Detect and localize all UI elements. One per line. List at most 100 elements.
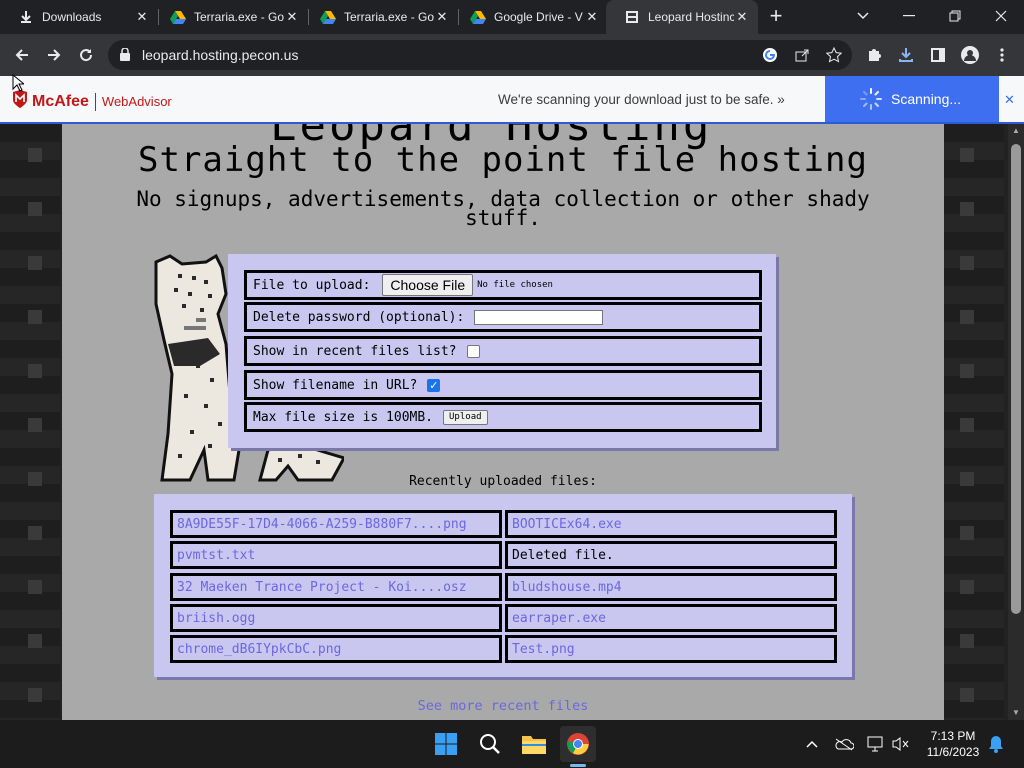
recent-file-item[interactable]: 32 Maeken Trance Project - Koi....osz [170, 573, 502, 601]
tab-title: Google Drive - V [494, 10, 583, 24]
recent-file-link[interactable]: 32 Maeken Trance Project - Koi....osz [177, 580, 467, 595]
search-icon[interactable] [472, 726, 508, 762]
recent-file-item: Deleted file. [505, 541, 837, 569]
onedrive-icon[interactable] [834, 734, 854, 754]
recent-file-item[interactable]: 8A9DE55F-17D4-4066-A259-B880F7....png [170, 510, 502, 538]
no-file-chosen-text: No file chosen [477, 280, 553, 290]
recent-file-item[interactable]: briish.ogg [170, 604, 502, 632]
share-icon[interactable] [790, 43, 814, 67]
close-icon[interactable]: ✕ [1004, 92, 1015, 108]
web-page: Leopard Hosting Straight to the point fi… [0, 124, 1008, 720]
recent-list-row: Show in recent files list? [244, 336, 762, 366]
minimize-icon[interactable] [886, 0, 932, 32]
show-filename-checkbox[interactable]: ✓ [427, 378, 441, 392]
mcafee-message-link[interactable]: We're scanning your download just to be … [498, 92, 785, 107]
network-icon[interactable] [866, 734, 886, 754]
recent-file-link[interactable]: 8A9DE55F-17D4-4066-A259-B880F7....png [177, 517, 467, 532]
extensions-icon[interactable] [862, 43, 886, 67]
google-lens-icon[interactable] [758, 43, 782, 67]
recent-file-link[interactable]: chrome_dB6IYpkCbC.png [177, 642, 341, 657]
system-clock[interactable]: 7:13 PM 11/6/2023 [922, 728, 984, 760]
password-row: Delete password (optional): [244, 302, 762, 332]
choose-file-button[interactable]: Choose File [382, 274, 474, 296]
menu-icon[interactable] [990, 43, 1014, 67]
close-tab-icon[interactable]: ✕ [434, 9, 450, 25]
bookmark-star-icon[interactable] [822, 43, 846, 67]
profile-icon[interactable] [958, 43, 982, 67]
close-window-icon[interactable] [978, 0, 1024, 32]
tab-terraria-1[interactable]: Terraria.exe - Go ✕ [152, 0, 308, 34]
recent-file-item[interactable]: pvmtst.txt [170, 541, 502, 569]
recent-list-label: Show in recent files list? [253, 343, 457, 359]
close-tab-icon[interactable]: ✕ [134, 9, 150, 25]
scroll-up-arrow-icon[interactable]: ▲ [1008, 124, 1024, 138]
tab-downloads[interactable]: Downloads ✕ [0, 0, 158, 34]
back-icon[interactable] [10, 43, 34, 67]
recent-file-link[interactable]: briish.ogg [177, 611, 255, 626]
recent-file-item[interactable]: Test.png [505, 635, 837, 663]
upload-button[interactable]: Upload [443, 409, 488, 425]
address-bar[interactable]: leopard.hosting.pecon.us [108, 40, 852, 70]
clock-time: 7:13 PM [930, 729, 976, 743]
recent-file-item[interactable]: earraper.exe [505, 604, 837, 632]
tab-title: Downloads [42, 10, 102, 24]
close-tab-icon[interactable]: ✕ [734, 9, 750, 25]
filename-url-row: Show filename in URL? ✓ [244, 370, 762, 400]
forward-icon[interactable] [42, 43, 66, 67]
tab-search-icon[interactable] [840, 0, 886, 32]
reload-icon[interactable] [74, 43, 98, 67]
password-label: Delete password (optional): [253, 309, 465, 325]
side-panel-icon[interactable] [926, 43, 950, 67]
notification-bell-icon[interactable] [986, 734, 1006, 754]
recent-file-link[interactable]: BOOTICEx64.exe [512, 517, 622, 532]
google-drive-icon [170, 9, 186, 25]
windows-start-icon[interactable] [428, 726, 464, 762]
tab-google-drive[interactable]: Google Drive - V ✕ [452, 0, 608, 34]
close-tab-icon[interactable]: ✕ [284, 9, 300, 25]
mcafee-product: WebAdvisor [101, 94, 172, 109]
recent-file-item[interactable]: BOOTICEx64.exe [505, 510, 837, 538]
recent-file-link[interactable]: Test.png [512, 642, 575, 657]
show-in-recent-checkbox[interactable] [466, 344, 480, 358]
delete-password-input[interactable] [474, 309, 604, 325]
max-size-row: Max file size is 100MB. Upload [244, 402, 762, 432]
chrome-icon[interactable] [560, 726, 596, 762]
tab-strip: Downloads ✕ Terraria.exe - Go ✕ Terraria… [0, 0, 1024, 34]
download-icon [18, 9, 34, 25]
see-more-recent-link[interactable]: See more recent files [62, 698, 944, 714]
mcafee-brand: McAfee [32, 92, 89, 110]
recent-files-heading: Recently uploaded files: [409, 474, 597, 489]
url-text: leopard.hosting.pecon.us [142, 47, 299, 63]
max-size-text: Max file size is 100MB. [253, 409, 434, 425]
left-pattern-border [0, 124, 60, 720]
file-upload-row: File to upload: Choose File No file chos… [244, 270, 762, 300]
right-pattern-border [944, 124, 1004, 720]
windows-taskbar: 7:13 PM 11/6/2023 [0, 720, 1024, 768]
download-icon[interactable] [894, 43, 918, 67]
active-app-indicator [570, 764, 586, 767]
lock-icon[interactable] [120, 47, 130, 66]
recent-file-link[interactable]: pvmtst.txt [177, 548, 255, 563]
recent-file-item[interactable]: bludshouse.mp4 [505, 573, 837, 601]
recent-file-item[interactable]: chrome_dB6IYpkCbC.png [170, 635, 502, 663]
restore-icon[interactable] [932, 0, 978, 32]
browser-toolbar: leopard.hosting.pecon.us [0, 34, 1024, 76]
tab-leopard-hosting[interactable]: Leopard Hostinc ✕ [606, 0, 758, 34]
new-tab-icon[interactable]: + [764, 5, 788, 29]
mouse-cursor-icon [12, 73, 26, 97]
deleted-file-text: Deleted file. [512, 547, 614, 563]
recent-file-link[interactable]: earraper.exe [512, 611, 606, 626]
volume-muted-icon[interactable] [890, 734, 910, 754]
site-tagline: Straight to the point file hosting [138, 140, 868, 180]
vertical-scrollbar[interactable]: ▲ ▼ [1008, 124, 1024, 720]
show-hidden-icons-icon[interactable] [802, 734, 822, 754]
tab-title: Terraria.exe - Go [344, 10, 434, 24]
mcafee-logo: McAfee WebAdvisor [12, 90, 172, 113]
scroll-down-arrow-icon[interactable]: ▼ [1008, 706, 1024, 720]
close-tab-icon[interactable]: ✕ [584, 9, 600, 25]
scrollbar-thumb[interactable] [1011, 144, 1021, 614]
file-explorer-icon[interactable] [516, 726, 552, 762]
google-drive-icon [470, 9, 486, 25]
tab-terraria-2[interactable]: Terraria.exe - Go ✕ [302, 0, 458, 34]
recent-file-link[interactable]: bludshouse.mp4 [512, 580, 622, 595]
